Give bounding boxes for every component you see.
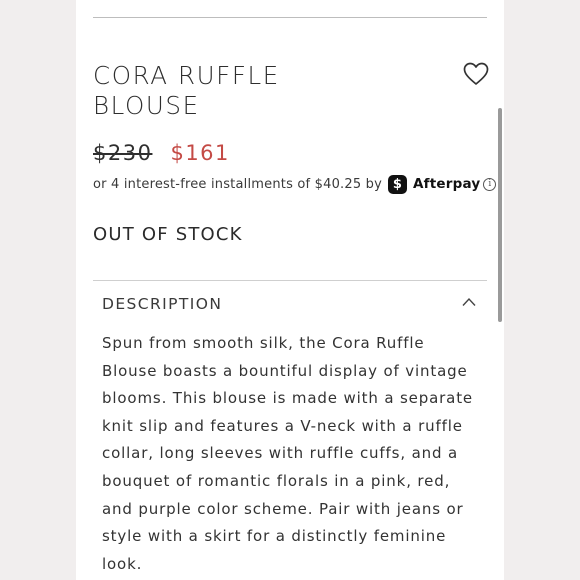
- description-line: knit slip and features a V-neck with a r…: [102, 416, 463, 435]
- description-line: collar, long sleeves with ruffle cuffs, …: [102, 444, 459, 463]
- product-detail-card: CORA RUFFLE BLOUSE $230 $161 or 4 intere…: [76, 0, 504, 580]
- description-line: and purple color scheme. Pair with jeans…: [102, 499, 464, 518]
- afterpay-installments: or 4 interest-free installments of $40.2…: [93, 173, 497, 195]
- description-line: Blouse boasts a bountiful display of vin…: [102, 361, 468, 380]
- info-circle-icon[interactable]: i: [483, 177, 497, 191]
- afterpay-name: Afterpay: [413, 176, 481, 192]
- description-line: look.: [102, 554, 143, 573]
- description-line: bouquet of romantic florals in a pink, r…: [102, 471, 451, 490]
- chevron-up-icon[interactable]: [462, 297, 476, 307]
- description-line: style with a skirt for a distinctly femi…: [102, 527, 447, 546]
- description-body: Spun from smooth silk, the Cora Ruffle B…: [102, 330, 484, 578]
- installments-text: or 4 interest-free installments of $40.2…: [93, 176, 383, 192]
- sale-price: $161: [170, 141, 230, 165]
- original-price: $230: [93, 141, 153, 165]
- divider: [93, 17, 487, 18]
- product-title-line: BLOUSE: [93, 91, 200, 120]
- description-header[interactable]: DESCRIPTION: [102, 295, 222, 313]
- afterpay-badge-glyph: $: [392, 176, 403, 192]
- wishlist-heart-icon[interactable]: [463, 62, 489, 86]
- stock-status: OUT OF STOCK: [93, 224, 243, 245]
- price-row: $230 $161: [93, 139, 230, 167]
- divider: [93, 280, 487, 281]
- product-title-line: CORA RUFFLE: [93, 61, 280, 90]
- scrollbar[interactable]: [498, 108, 502, 322]
- product-title: CORA RUFFLE BLOUSE: [93, 61, 413, 121]
- description-line: blooms. This blouse is made with a separ…: [102, 389, 474, 408]
- afterpay-logo-icon: $: [388, 174, 408, 194]
- description-line: Spun from smooth silk, the Cora Ruffle: [102, 334, 425, 352]
